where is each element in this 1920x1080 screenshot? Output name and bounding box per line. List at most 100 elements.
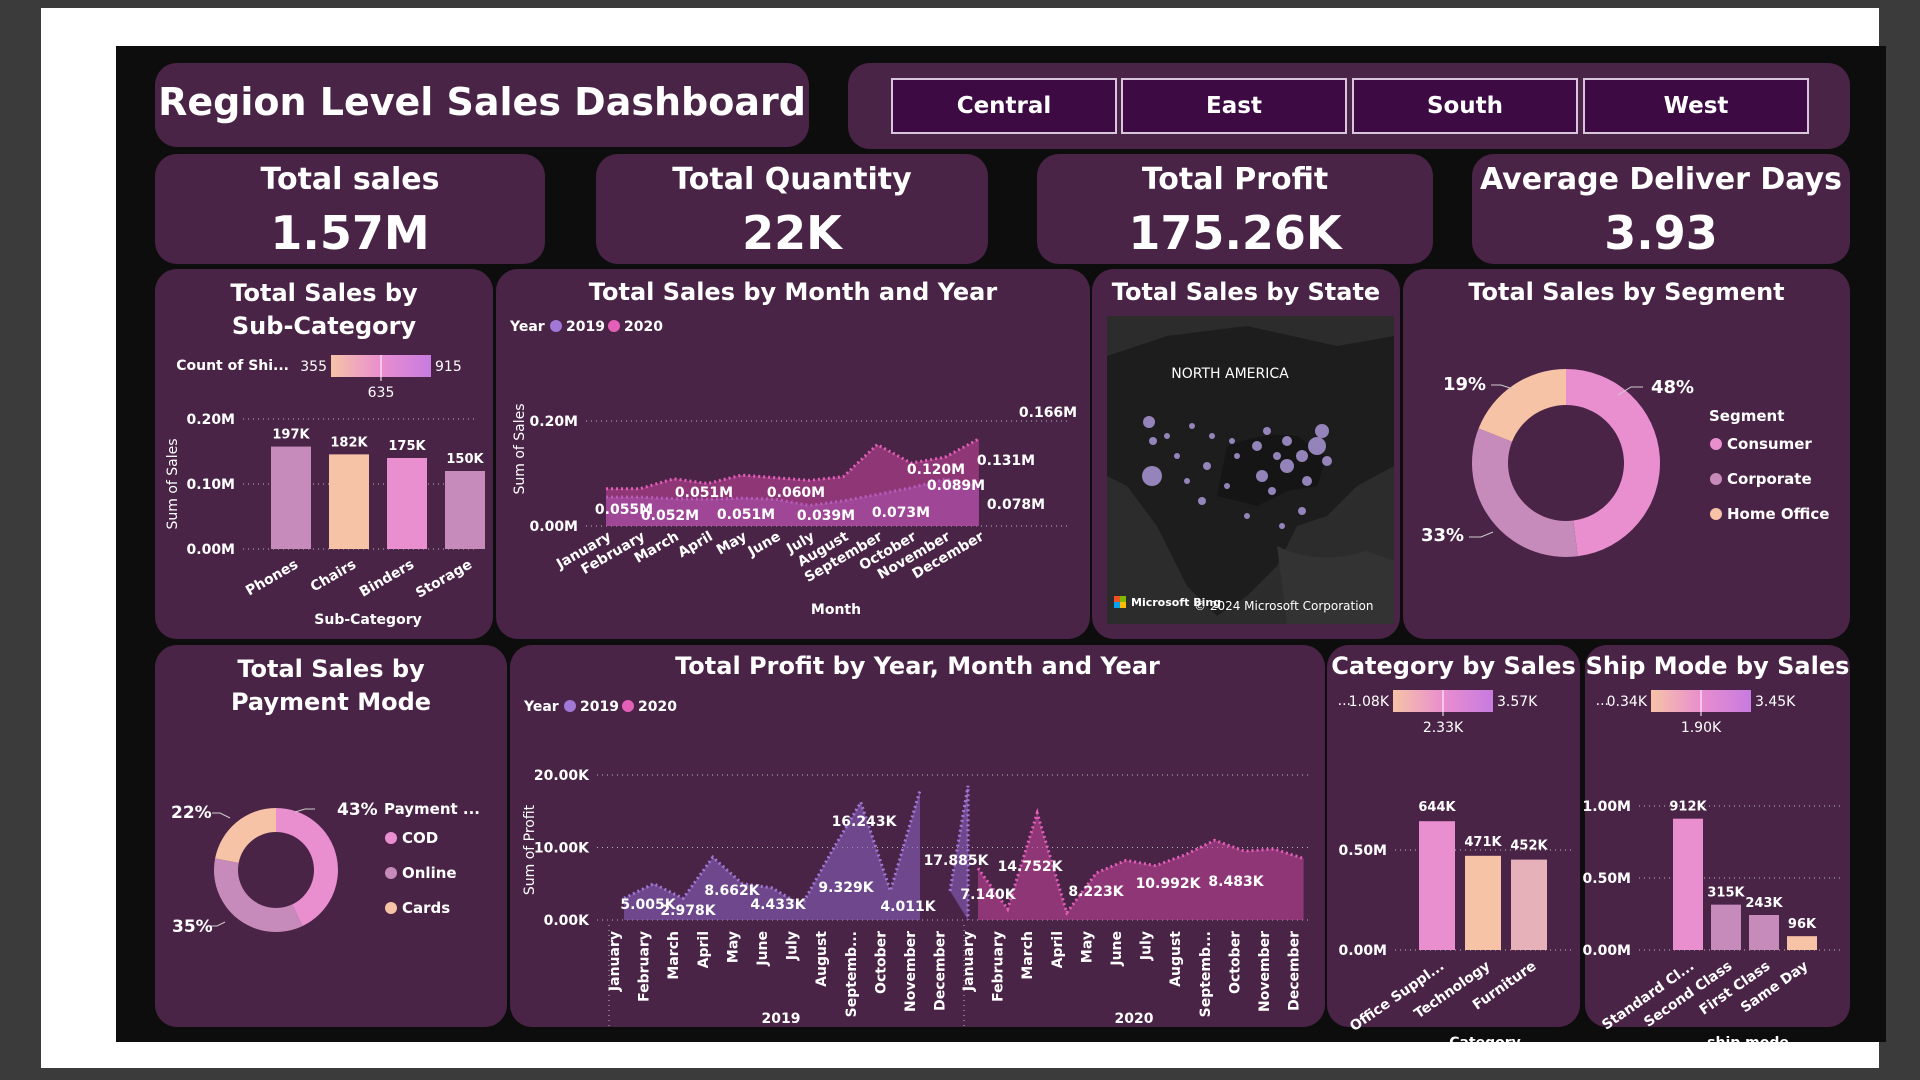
map-region-label: NORTH AMERICA (1171, 366, 1289, 382)
dashboard-canvas: Region Level Sales Dashboard Central Eas… (116, 46, 1886, 1051)
state-bubble (1315, 424, 1329, 438)
slice-label: 22% (171, 803, 212, 823)
state-map[interactable]: NORTH AMERICA Microsoft Bing © 2024 Micros… (1107, 316, 1394, 624)
state-bubble (1198, 497, 1206, 505)
legend-item: Home Office (1727, 505, 1829, 523)
bar (1711, 904, 1741, 950)
month-card[interactable]: Total Sales by Month and Year Year 2019 20… (496, 269, 1090, 639)
data-label: 243K (1745, 896, 1783, 911)
color-legend-mid: 2.33K (1423, 720, 1464, 736)
kpi-label: Total sales (260, 162, 440, 197)
subcat-chart: Count of Shi... 355 915 635 0.00M 0.10M 0.20M S… (165, 355, 485, 628)
category-chart: ...1.08K 3.57K2.33K0.00M0.50M644KOffice S… (1338, 690, 1572, 1051)
legend-item: Cards (402, 899, 450, 917)
y-axis-label: Sum of Sales (165, 438, 181, 529)
x-tick-label: Binders (357, 557, 417, 601)
slicer-central[interactable]: Central (891, 78, 1117, 134)
state-bubble (1229, 438, 1235, 444)
data-label: 912K (1669, 800, 1707, 815)
slice-cards (215, 808, 276, 863)
state-title: Total Sales by State (1111, 278, 1381, 306)
color-legend-max: 3.45K (1755, 694, 1796, 710)
slicer-east[interactable]: East (1121, 78, 1347, 134)
kpi-total-profit: Total Profit 175.26K (1037, 154, 1433, 264)
x-tick-label: April (675, 529, 715, 562)
slice-online (214, 858, 303, 932)
legend-item: Consumer (1727, 435, 1812, 453)
state-bubble (1244, 513, 1250, 519)
y-tick-label: 0.00M (1583, 943, 1631, 959)
data-label: 182K (330, 435, 368, 450)
data-label: 2.978K (660, 903, 716, 919)
category-card[interactable]: Category by Sales ... 1.08K 3.57K 2.33K 0.00… (1327, 645, 1580, 1051)
profit-chart: Year 2019 2020 0.00K 10.00K 20.00K Sum of Prof… (522, 699, 1310, 1027)
slice-label: 33% (1421, 525, 1464, 546)
x-tick-label: Storage (413, 557, 475, 602)
data-label: 0.039M (797, 508, 855, 524)
shipmode-chart: ...0.34K 3.45K1.90K0.00M0.50M1.00M 912KSta… (1583, 690, 1840, 1051)
subcat-card[interactable]: Total Sales by Sub-Category Count of Shi… (155, 269, 493, 639)
data-label: 4.011K (880, 899, 936, 915)
data-label: 197K (272, 428, 310, 443)
legend-dot (385, 867, 397, 879)
segment-card[interactable]: Total Sales by Segment 48% 33% 19% Segment C… (1403, 269, 1850, 639)
report-frame: Region Level Sales Dashboard Central Eas… (41, 8, 1886, 1068)
data-label: 644K (1418, 800, 1456, 815)
x-tick-label: August (1168, 931, 1184, 987)
state-bubble (1164, 433, 1170, 439)
bing-logo (1120, 602, 1126, 608)
shipmode-card[interactable]: Ship Mode by Sales ... 0.34K 3.45K 1.90K 0.0… (1583, 645, 1850, 1051)
x-tick-label: July (785, 931, 801, 961)
state-card[interactable]: Total Sales by State NORTH AMERICA Micros… (1092, 269, 1400, 639)
state-bubble (1308, 437, 1326, 455)
map-graphic: NORTH AMERICAMicrosoft Bing© 2024 Micros… (1107, 326, 1394, 624)
state-bubble (1302, 476, 1312, 486)
x-tick-label: February (991, 931, 1007, 1002)
state-bubble (1282, 436, 1292, 446)
data-label: 4.433K (750, 897, 806, 913)
data-label: 8.223K (1068, 884, 1124, 900)
profit-card[interactable]: Total Profit by Year, Month and Year Yea… (510, 645, 1325, 1027)
x-tick-label: February (637, 931, 653, 1002)
bar (1673, 818, 1703, 950)
x-axis-label: ship mode (1707, 1035, 1789, 1051)
region-slicer: Central East South West (848, 63, 1850, 149)
slice-home-office (1478, 369, 1566, 442)
x-tick-label: December (933, 931, 949, 1011)
x-tick-label: Phones (243, 557, 301, 600)
color-legend-min: 355 (300, 359, 327, 375)
legend-item-2020: 2020 (638, 699, 677, 715)
bar (387, 458, 427, 549)
kpi-value: 22K (742, 206, 842, 260)
leader-line (212, 812, 231, 819)
legend-dot-2020 (608, 320, 620, 332)
legend-item: COD (402, 829, 438, 847)
slice-label: 48% (1651, 377, 1694, 398)
state-bubble (1296, 450, 1308, 462)
data-label: 7.140K (960, 887, 1016, 903)
data-label: 10.992K (1136, 876, 1202, 892)
payment-card[interactable]: Total Sales by Payment Mode 43% 35% 22% Pay… (155, 645, 507, 1027)
data-label: 0.052M (641, 508, 699, 524)
data-label: 8.483K (1208, 874, 1264, 890)
data-label: 0.051M (717, 507, 775, 523)
data-label: 0.060M (767, 485, 825, 501)
data-label: 452K (1510, 839, 1548, 854)
slice-label: 43% (337, 800, 378, 820)
data-label: 0.078M (987, 497, 1045, 513)
map-credit: © 2024 Microsoft Corporation (1194, 599, 1373, 613)
y-tick-label: 20.00K (534, 768, 590, 784)
slicer-south[interactable]: South (1352, 78, 1578, 134)
kpi-value: 3.93 (1604, 206, 1718, 260)
y-tick-label: 10.00K (534, 841, 590, 857)
bar (1749, 915, 1779, 950)
y-tick-label: 0.10M (187, 477, 235, 493)
slicer-west[interactable]: West (1583, 78, 1809, 134)
state-bubble (1143, 416, 1155, 428)
state-bubble (1174, 453, 1180, 459)
bar (1511, 859, 1547, 950)
payment-chart: 43% 35% 22% Payment ... COD Online Cards (171, 800, 480, 937)
legend-dot-2019 (550, 320, 562, 332)
legend-item: Online (402, 864, 457, 882)
color-legend-label: Count of Shi... (176, 358, 289, 374)
